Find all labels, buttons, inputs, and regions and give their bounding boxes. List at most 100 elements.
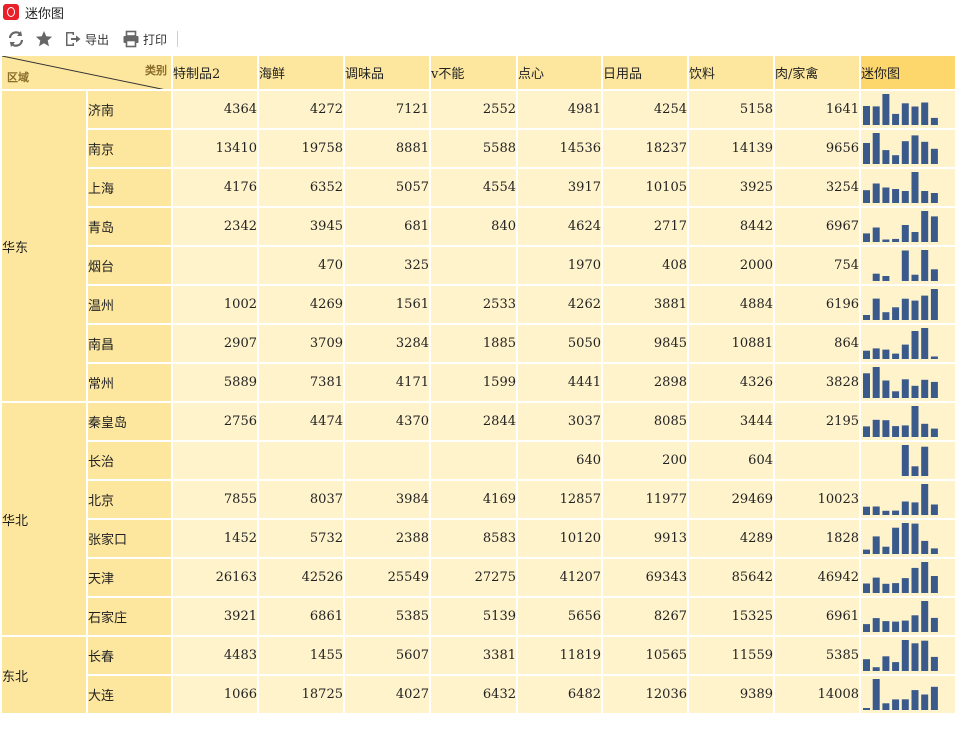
value-cell[interactable]: 2195 [773,401,861,442]
column-header[interactable]: 饮料 [687,54,775,91]
column-header-sparkline[interactable]: 迷你图 [859,54,957,91]
value-cell[interactable]: 4262 [516,284,603,325]
value-cell[interactable]: 10120 [516,518,603,559]
value-cell[interactable]: 4027 [343,674,431,715]
value-cell[interactable]: 9845 [601,323,689,364]
value-cell[interactable]: 9656 [773,128,861,169]
city-cell[interactable]: 济南 [86,89,173,130]
value-cell[interactable]: 6432 [429,674,518,715]
region-cell[interactable]: 华北 [0,401,88,637]
export-button[interactable]: 导出 [64,28,109,50]
value-cell[interactable]: 2898 [601,362,689,403]
value-cell[interactable] [429,440,518,481]
value-cell[interactable]: 4624 [516,206,603,247]
value-cell[interactable]: 46942 [773,557,861,598]
value-cell[interactable] [171,245,259,286]
value-cell[interactable]: 1002 [171,284,259,325]
value-cell[interactable]: 14139 [687,128,775,169]
value-cell[interactable]: 14008 [773,674,861,715]
value-cell[interactable]: 1452 [171,518,259,559]
value-cell[interactable]: 13410 [171,128,259,169]
value-cell[interactable]: 15325 [687,596,775,637]
value-cell[interactable]: 3945 [257,206,345,247]
value-cell[interactable]: 3254 [773,167,861,208]
value-cell[interactable]: 3709 [257,323,345,364]
value-cell[interactable]: 18237 [601,128,689,169]
value-cell[interactable]: 4176 [171,167,259,208]
value-cell[interactable]: 4364 [171,89,259,130]
value-cell[interactable]: 4169 [429,479,518,520]
value-cell[interactable]: 9389 [687,674,775,715]
city-cell[interactable]: 张家口 [86,518,173,559]
value-cell[interactable]: 5057 [343,167,431,208]
value-cell[interactable]: 2552 [429,89,518,130]
value-cell[interactable]: 3925 [687,167,775,208]
value-cell[interactable]: 4483 [171,635,259,676]
city-cell[interactable]: 南昌 [86,323,173,364]
city-cell[interactable]: 南京 [86,128,173,169]
city-cell[interactable]: 秦皇岛 [86,401,173,442]
city-cell[interactable]: 烟台 [86,245,173,286]
column-header[interactable]: v不能 [429,54,518,91]
value-cell[interactable]: 2533 [429,284,518,325]
value-cell[interactable]: 29469 [687,479,775,520]
value-cell[interactable]: 4171 [343,362,431,403]
city-cell[interactable]: 青岛 [86,206,173,247]
value-cell[interactable]: 5588 [429,128,518,169]
value-cell[interactable]: 18725 [257,674,345,715]
value-cell[interactable]: 7121 [343,89,431,130]
value-cell[interactable]: 2717 [601,206,689,247]
value-cell[interactable]: 2844 [429,401,518,442]
value-cell[interactable]: 200 [601,440,689,481]
value-cell[interactable]: 2000 [687,245,775,286]
print-button[interactable]: 打印 [122,28,167,50]
value-cell[interactable]: 6967 [773,206,861,247]
value-cell[interactable]: 4326 [687,362,775,403]
column-header[interactable]: 肉/家禽 [773,54,861,91]
value-cell[interactable]: 26163 [171,557,259,598]
value-cell[interactable]: 4269 [257,284,345,325]
city-cell[interactable]: 长治 [86,440,173,481]
value-cell[interactable]: 10881 [687,323,775,364]
value-cell[interactable] [773,440,861,481]
value-cell[interactable]: 25549 [343,557,431,598]
city-cell[interactable]: 长春 [86,635,173,676]
value-cell[interactable]: 3921 [171,596,259,637]
value-cell[interactable]: 1885 [429,323,518,364]
column-header[interactable]: 特制品2 [171,54,259,91]
value-cell[interactable]: 5732 [257,518,345,559]
value-cell[interactable]: 864 [773,323,861,364]
value-cell[interactable]: 2907 [171,323,259,364]
value-cell[interactable]: 4884 [687,284,775,325]
value-cell[interactable]: 3828 [773,362,861,403]
value-cell[interactable]: 1828 [773,518,861,559]
favorite-button[interactable] [35,28,53,50]
value-cell[interactable]: 1599 [429,362,518,403]
value-cell[interactable]: 2342 [171,206,259,247]
value-cell[interactable]: 1641 [773,89,861,130]
value-cell[interactable]: 8881 [343,128,431,169]
value-cell[interactable]: 1561 [343,284,431,325]
value-cell[interactable]: 6196 [773,284,861,325]
value-cell[interactable]: 10105 [601,167,689,208]
value-cell[interactable]: 640 [516,440,603,481]
value-cell[interactable]: 5385 [773,635,861,676]
value-cell[interactable]: 6482 [516,674,603,715]
value-cell[interactable]: 4441 [516,362,603,403]
value-cell[interactable]: 754 [773,245,861,286]
region-cell[interactable]: 华东 [0,89,88,403]
column-header[interactable]: 海鲜 [257,54,345,91]
value-cell[interactable]: 69343 [601,557,689,598]
value-cell[interactable]: 10023 [773,479,861,520]
value-cell[interactable]: 85642 [687,557,775,598]
value-cell[interactable]: 4289 [687,518,775,559]
column-header[interactable]: 调味品 [343,54,431,91]
value-cell[interactable]: 3881 [601,284,689,325]
value-cell[interactable]: 5656 [516,596,603,637]
value-cell[interactable]: 8583 [429,518,518,559]
value-cell[interactable]: 3381 [429,635,518,676]
value-cell[interactable]: 604 [687,440,775,481]
value-cell[interactable]: 4370 [343,401,431,442]
value-cell[interactable]: 8037 [257,479,345,520]
value-cell[interactable]: 470 [257,245,345,286]
